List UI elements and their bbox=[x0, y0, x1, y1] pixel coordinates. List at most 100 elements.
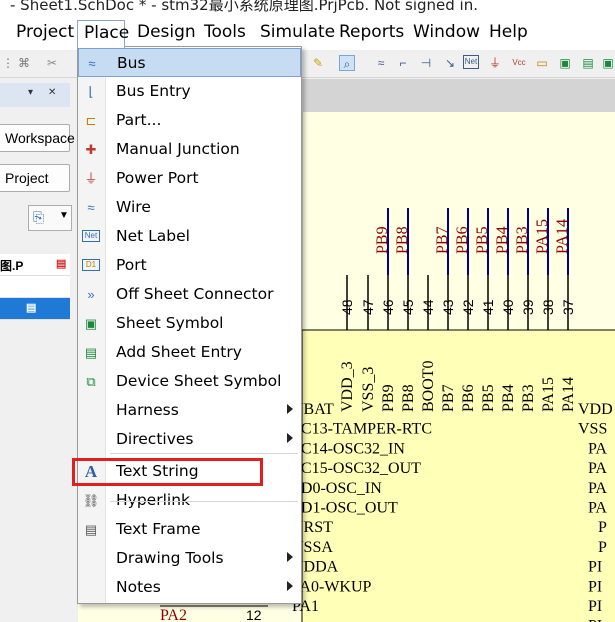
panel-menu-icon[interactable]: ▾ bbox=[28, 87, 33, 98]
pin-name: P bbox=[598, 539, 607, 556]
pin-number: 44 bbox=[420, 299, 436, 315]
wire-icon: ≈ bbox=[87, 200, 95, 215]
sheet-entry-tool-icon[interactable]: ▤ bbox=[580, 55, 596, 71]
pin-number: 12 bbox=[246, 607, 262, 622]
magic-icon[interactable]: ⌘ bbox=[16, 55, 32, 71]
net-label: PB4 bbox=[494, 226, 511, 254]
net-label-tool-icon[interactable]: Net bbox=[463, 55, 479, 69]
pin-name: PA bbox=[588, 500, 607, 517]
part-icon: ⊏ bbox=[85, 113, 97, 128]
bus-tool-icon[interactable]: ≈ bbox=[373, 55, 389, 71]
pin-number: 43 bbox=[440, 299, 456, 315]
place-menu-item-device-sheet-symbol[interactable]: ⧉ Device Sheet Symbol bbox=[78, 367, 301, 396]
pin-number: 42 bbox=[460, 299, 476, 315]
wire-tool-icon[interactable]: ↘ bbox=[442, 55, 458, 71]
sheet-tool-icon[interactable]: ▣ bbox=[557, 55, 573, 71]
menu-item-label: Power Port bbox=[116, 169, 199, 187]
menu-window[interactable]: Window bbox=[413, 22, 480, 42]
project-options-button[interactable]: ⎘ ▼ bbox=[28, 205, 72, 231]
pin-name: VSS_3 bbox=[360, 367, 377, 412]
place-menu-item-power-port[interactable]: ⏚ Power Port bbox=[78, 164, 301, 193]
pin-name: PA bbox=[588, 440, 607, 457]
sheet-symbol-icon: ▣ bbox=[84, 316, 98, 331]
menu-tools[interactable]: Tools bbox=[204, 22, 246, 42]
component-tool-icon[interactable]: ⊣ bbox=[418, 55, 434, 71]
menu-separator bbox=[110, 501, 298, 502]
menu-item-label: Sheet Symbol bbox=[116, 314, 224, 332]
tree-row-label: 图.P bbox=[0, 259, 24, 273]
pin-name: PI bbox=[588, 618, 602, 622]
place-menu-item-text-frame[interactable]: ▤ Text Frame bbox=[78, 515, 301, 544]
device-sheet-tool-icon[interactable]: ▣ bbox=[600, 55, 615, 71]
menu-reports[interactable]: Reports bbox=[339, 22, 404, 42]
project-button[interactable]: Project bbox=[0, 164, 70, 192]
menu-item-label: Drawing Tools bbox=[116, 549, 224, 567]
place-menu-item-sheet-symbol[interactable]: ▣ Sheet Symbol bbox=[78, 309, 301, 338]
bus-entry-tool-icon[interactable]: ⌐ bbox=[395, 55, 411, 71]
menu-project[interactable]: Project bbox=[16, 22, 74, 42]
place-menu-item-harness[interactable]: Harness bbox=[78, 396, 301, 425]
port-tool-icon[interactable]: ▭ bbox=[534, 55, 550, 71]
window-title: - Sheet1.SchDoc * - stm32最小系统原理图.PrjPcb.… bbox=[10, 0, 478, 14]
menu-design[interactable]: Design bbox=[137, 22, 196, 42]
panel-header: ▾ ✕ bbox=[0, 83, 70, 107]
place-menu-item-directives[interactable]: Directives bbox=[78, 425, 301, 454]
menu-bar: Project Place Design Tools Simulate Repo… bbox=[0, 14, 615, 50]
pin-name: PD0-OSC_IN bbox=[292, 480, 382, 497]
panel-close-icon[interactable]: ✕ bbox=[48, 87, 56, 98]
place-menu-item-port[interactable]: D1 Port bbox=[78, 251, 301, 280]
cut-icon[interactable]: ✂ bbox=[44, 55, 60, 71]
pin-name: PA15 bbox=[540, 377, 557, 412]
pin-name: PA bbox=[588, 480, 607, 497]
pin-number: 45 bbox=[400, 299, 416, 315]
pin-name: VDD_3 bbox=[339, 361, 356, 412]
net-label-icon: Net bbox=[82, 230, 100, 242]
tree-row-selected[interactable]: ▤ bbox=[0, 298, 70, 320]
device-sheet-icon: ⧉ bbox=[86, 374, 96, 389]
bus-icon: ≈ bbox=[88, 56, 96, 71]
place-menu-item-add-sheet-entry[interactable]: ▤ Add Sheet Entry bbox=[78, 338, 301, 367]
menu-item-label: Port bbox=[116, 256, 147, 274]
place-menu-item-notes[interactable]: Notes bbox=[78, 573, 301, 602]
place-menu-item-bus[interactable]: ≈ Bus bbox=[78, 48, 301, 77]
place-menu-item-drawing-tools[interactable]: Drawing Tools bbox=[78, 544, 301, 573]
place-menu-item-part[interactable]: ⊏ Part... bbox=[78, 106, 301, 135]
menu-item-label: Manual Junction bbox=[116, 140, 240, 158]
zoom-select-icon[interactable]: ⌕ bbox=[339, 55, 355, 71]
menu-item-label: Hyperlink bbox=[116, 491, 190, 509]
off-sheet-connector-icon: » bbox=[87, 287, 95, 302]
place-menu-item-net-label[interactable]: Net Net Label bbox=[78, 222, 301, 251]
vcc-tool-icon[interactable]: Vcc bbox=[509, 55, 529, 71]
menu-item-label: Bus bbox=[117, 54, 146, 72]
net-label: PA14 bbox=[554, 219, 571, 254]
menu-place[interactable]: Place bbox=[77, 20, 129, 48]
pin-number: 41 bbox=[480, 299, 496, 315]
highlight-icon[interactable]: ✎ bbox=[310, 55, 326, 71]
tree-row[interactable] bbox=[0, 276, 70, 298]
highlight-annotation-box bbox=[72, 458, 263, 486]
menu-item-label: Text Frame bbox=[116, 520, 201, 538]
pin-name: PB3 bbox=[520, 384, 537, 412]
place-menu-item-off-sheet-connector[interactable]: » Off Sheet Connector bbox=[78, 280, 301, 309]
tree-row-document[interactable]: 图.P ▤ bbox=[0, 254, 70, 276]
net-label: PB7 bbox=[434, 226, 451, 254]
pin-name: PB4 bbox=[500, 384, 517, 412]
workspace-button[interactable]: Workspace bbox=[0, 124, 75, 152]
pin-number: 39 bbox=[520, 299, 536, 315]
pin-number: 38 bbox=[540, 299, 556, 315]
place-menu: ≈ Bus ⌊ Bus Entry ⊏ Part... ✚ Manual Junction ⏚ P… bbox=[77, 46, 302, 604]
menu-simulate[interactable]: Simulate bbox=[260, 22, 335, 42]
sheet-entry-icon: ▤ bbox=[84, 345, 98, 360]
net-label: PB8 bbox=[394, 226, 411, 254]
menu-help[interactable]: Help bbox=[489, 22, 528, 42]
place-menu-item-wire[interactable]: ≈ Wire bbox=[78, 193, 301, 222]
pin-number: 37 bbox=[560, 299, 576, 315]
bus-entry-icon: ⌊ bbox=[88, 84, 94, 99]
menu-item-label: Bus Entry bbox=[116, 82, 191, 100]
place-menu-item-bus-entry[interactable]: ⌊ Bus Entry bbox=[78, 77, 301, 106]
pin-number: 47 bbox=[360, 299, 376, 315]
gnd-tool-icon[interactable]: ⏚ bbox=[487, 55, 503, 71]
place-menu-item-manual-junction[interactable]: ✚ Manual Junction bbox=[78, 135, 301, 164]
net-label: PB3 bbox=[514, 226, 531, 254]
submenu-arrow-icon bbox=[287, 404, 293, 414]
